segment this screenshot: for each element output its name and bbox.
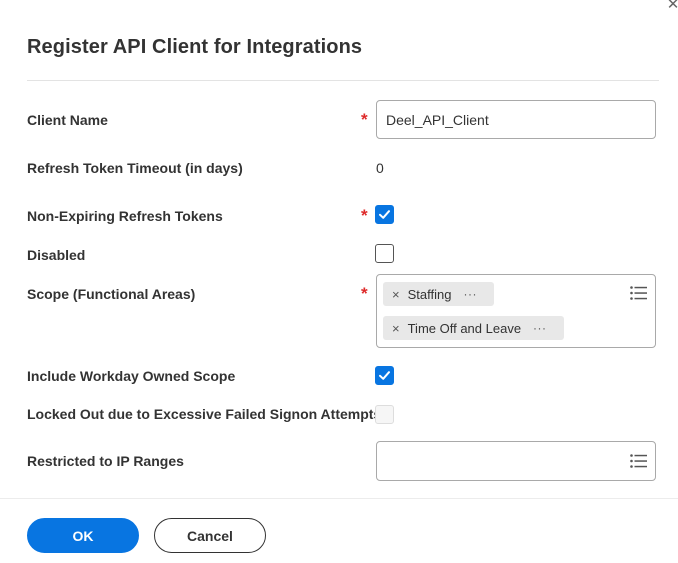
remove-icon[interactable]: × bbox=[392, 321, 400, 336]
refresh-token-timeout-value: 0 bbox=[376, 160, 384, 176]
include-workday-owned-scope-label: Include Workday Owned Scope bbox=[27, 368, 236, 384]
dialog-title: Register API Client for Integrations bbox=[27, 36, 363, 58]
restricted-ip-ranges-select[interactable] bbox=[376, 441, 656, 481]
refresh-token-timeout-label: Refresh Token Timeout (in days) bbox=[27, 160, 243, 176]
non-expiring-refresh-tokens-checkbox[interactable] bbox=[375, 205, 394, 224]
locked-out-checkbox bbox=[375, 405, 394, 424]
restricted-ip-ranges-label: Restricted to IP Ranges bbox=[27, 453, 184, 469]
checkmark-icon bbox=[379, 371, 390, 380]
checkmark-icon bbox=[379, 210, 390, 219]
list-icon[interactable] bbox=[630, 454, 647, 468]
scope-required-marker: * bbox=[361, 284, 368, 303]
scope-pill-label: Staffing bbox=[407, 286, 452, 302]
scope-label: Scope (Functional Areas) bbox=[27, 286, 196, 302]
list-icon[interactable] bbox=[630, 286, 647, 300]
remove-icon[interactable]: × bbox=[392, 287, 400, 302]
more-options-icon[interactable]: ··· bbox=[533, 321, 547, 335]
client-name-input[interactable] bbox=[376, 100, 656, 139]
register-api-client-dialog: ✕ Register API Client for Integrations C… bbox=[0, 0, 678, 563]
client-name-required-marker: * bbox=[361, 110, 368, 129]
more-options-icon[interactable]: ··· bbox=[463, 287, 477, 301]
non-expiring-refresh-tokens-label: Non-Expiring Refresh Tokens bbox=[27, 208, 223, 224]
non-expiring-required-marker: * bbox=[361, 206, 368, 225]
client-name-label: Client Name bbox=[27, 112, 108, 128]
disabled-label: Disabled bbox=[27, 247, 86, 263]
locked-out-label: Locked Out due to Excessive Failed Signo… bbox=[27, 406, 382, 422]
disabled-checkbox[interactable] bbox=[375, 244, 394, 263]
scope-pill-staffing: × Staffing ··· bbox=[383, 282, 494, 306]
footer-divider bbox=[0, 498, 678, 499]
include-workday-owned-scope-checkbox[interactable] bbox=[375, 366, 394, 385]
close-icon[interactable]: ✕ bbox=[664, 0, 678, 14]
title-divider bbox=[27, 80, 659, 81]
ok-button[interactable]: OK bbox=[27, 518, 139, 553]
scope-pill-time-off-and-leave: × Time Off and Leave ··· bbox=[383, 316, 564, 340]
scope-multiselect[interactable]: × Staffing ··· × Time Off and Leave ··· bbox=[376, 274, 656, 348]
scope-pill-label: Time Off and Leave bbox=[407, 320, 522, 336]
cancel-button[interactable]: Cancel bbox=[154, 518, 266, 553]
